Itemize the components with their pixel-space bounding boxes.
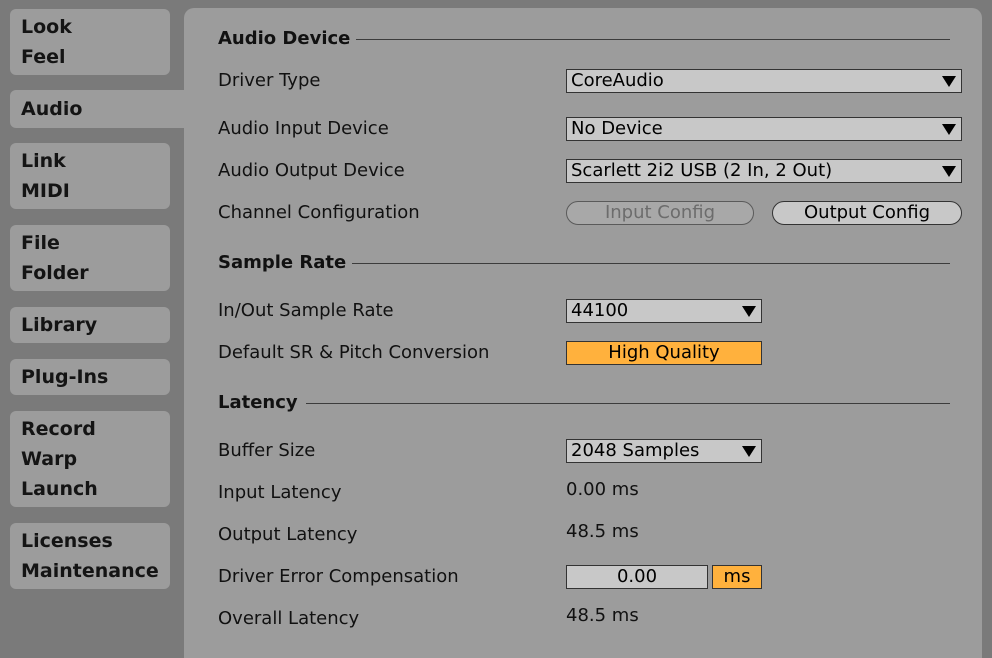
section-title-audio-device: Audio Device [218,28,351,49]
output-latency-label: Output Latency [218,524,358,545]
ms-unit-toggle[interactable]: ms [712,565,762,589]
input-latency-label: Input Latency [218,482,342,503]
output-latency-value: 48.5 ms [566,521,639,542]
tab-label: Licenses [21,530,113,552]
tab-label: Plug-Ins [21,366,109,388]
driver-error-compensation-label: Driver Error Compensation [218,566,459,587]
driver-type-label: Driver Type [218,70,321,91]
tab-label: Maintenance [21,560,159,582]
buffer-size-dropdown[interactable]: 2048 Samples [566,439,762,463]
tab-record-warp-launch[interactable]: Record Warp Launch [10,411,170,507]
input-config-button[interactable]: Input Config [566,201,754,225]
preferences-sidebar: Look Feel Audio Link MIDI File Folder Li… [0,0,186,648]
tab-look-feel[interactable]: Look Feel [10,9,170,75]
overall-latency-value: 48.5 ms [566,605,639,626]
tab-label: Look [21,16,72,38]
tab-link-midi[interactable]: Link MIDI [10,143,170,209]
tab-label: Feel [21,46,66,68]
in-out-sample-rate-dropdown[interactable]: 44100 [566,299,762,323]
tab-licenses-maintenance[interactable]: Licenses Maintenance [10,523,170,589]
in-out-sample-rate-value: 44100 [571,300,629,321]
tab-label: Link [21,150,66,172]
tab-label: Record [21,418,96,440]
input-latency-value: 0.00 ms [566,479,639,500]
section-title-latency: Latency [218,392,298,413]
section-title-sample-rate: Sample Rate [218,252,347,273]
in-out-sample-rate-label: In/Out Sample Rate [218,300,394,321]
tab-label: Warp [21,448,78,470]
driver-error-compensation-input[interactable]: 0.00 [566,565,708,589]
tab-label: Folder [21,262,89,284]
channel-configuration-label: Channel Configuration [218,202,420,223]
tab-file-folder[interactable]: File Folder [10,225,170,291]
audio-output-device-value: Scarlett 2i2 USB (2 In, 2 Out) [571,160,833,181]
tab-label: Library [21,314,98,336]
dropdown-arrow-icon [942,76,956,87]
audio-output-device-dropdown[interactable]: Scarlett 2i2 USB (2 In, 2 Out) [566,159,962,183]
audio-preferences-panel: Audio Device Driver Type CoreAudio Audio… [184,8,982,658]
dropdown-arrow-icon [942,166,956,177]
buffer-size-label: Buffer Size [218,440,316,461]
dropdown-arrow-icon [742,446,756,457]
tab-label: Launch [21,478,98,500]
driver-type-dropdown[interactable]: CoreAudio [566,69,962,93]
tab-label: Audio [21,98,83,120]
tab-plug-ins[interactable]: Plug-Ins [10,359,170,395]
tab-audio[interactable]: Audio [10,90,186,128]
high-quality-toggle[interactable]: High Quality [566,341,762,365]
audio-input-device-dropdown[interactable]: No Device [566,117,962,141]
audio-input-device-value: No Device [571,118,663,139]
overall-latency-label: Overall Latency [218,608,360,629]
audio-input-device-label: Audio Input Device [218,118,389,139]
section-divider [306,403,950,404]
buffer-size-value: 2048 Samples [571,440,700,461]
tab-label: File [21,232,60,254]
tab-library[interactable]: Library [10,307,170,343]
section-divider [356,39,950,40]
dropdown-arrow-icon [742,306,756,317]
output-config-button[interactable]: Output Config [772,201,962,225]
dropdown-arrow-icon [942,124,956,135]
driver-type-value: CoreAudio [571,70,664,91]
audio-output-device-label: Audio Output Device [218,160,405,181]
tab-label: MIDI [21,180,70,202]
sr-pitch-conversion-label: Default SR & Pitch Conversion [218,342,490,363]
section-divider [352,263,950,264]
